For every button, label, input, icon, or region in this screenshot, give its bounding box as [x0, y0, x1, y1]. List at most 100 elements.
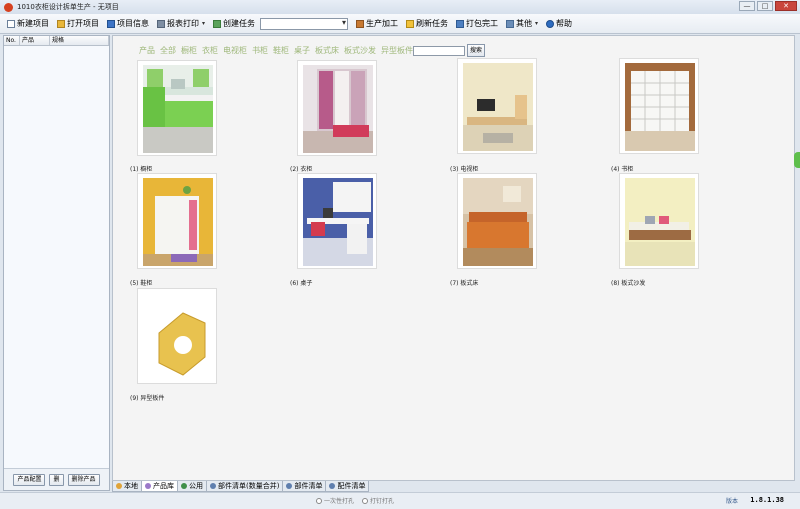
tab-parts-list[interactable]: 部件清单 — [282, 481, 327, 492]
public-icon — [181, 483, 187, 489]
create-task-button[interactable]: 创建任务 — [209, 16, 259, 32]
other-button[interactable]: 其他 ▾ — [502, 16, 542, 32]
local-icon — [116, 483, 122, 489]
new-project-label: 新建项目 — [17, 19, 49, 28]
search-input[interactable] — [413, 46, 465, 56]
refresh-task-label: 刷新任务 — [416, 19, 449, 28]
search-button[interactable]: 搜索 — [467, 44, 485, 57]
bed-image — [463, 178, 533, 266]
close-button[interactable]: ✕ — [775, 1, 797, 11]
tv-cabinet-image — [463, 63, 533, 151]
category-shoe-cabinet[interactable]: 鞋柜 — [273, 45, 289, 56]
product-tile-sofa[interactable] — [619, 173, 699, 269]
pack-done-button[interactable]: 打包完工 — [452, 16, 502, 32]
product-caption: (9) 异型板件 — [130, 395, 165, 402]
list-icon — [210, 483, 216, 489]
app-icon — [4, 2, 13, 12]
one-time-drill-radio[interactable]: 一次性打孔 — [316, 496, 354, 505]
title-bar: 1010衣柜设计拆单生产 - 无项目 — □ ✕ — [0, 0, 800, 14]
category-tv-cabinet[interactable]: 电视柜 — [223, 45, 247, 56]
tab-product-library[interactable]: 产品库 — [141, 481, 178, 492]
kitchen-cabinet-image — [143, 65, 213, 153]
project-info-label: 项目信息 — [117, 19, 149, 28]
product-tile-shoe-cabinet[interactable] — [137, 173, 217, 269]
bottom-tabs: 本地 产品库 公用 部件清单(数量合并) 部件清单 配件清单 — [112, 481, 795, 492]
new-project-button[interactable]: 新建项目 — [3, 16, 53, 32]
delete-button[interactable]: 删 — [49, 473, 64, 486]
category-bookcase[interactable]: 书柜 — [252, 45, 268, 56]
column-no[interactable]: No. — [4, 36, 20, 45]
print-icon — [157, 19, 165, 28]
category-cabinet[interactable]: 橱柜 — [181, 45, 197, 56]
task-select[interactable] — [260, 17, 349, 30]
tab-product-library-label: 产品库 — [153, 482, 174, 490]
help-button[interactable]: 帮助 — [542, 16, 576, 32]
product-caption: (6) 桌子 — [290, 280, 313, 287]
tab-accessories-list-label: 配件清单 — [337, 482, 366, 490]
window-title: 1010衣柜设计拆单生产 - 无项目 — [17, 3, 119, 11]
column-product[interactable]: 产品 — [20, 36, 50, 45]
product-grid-header: No. 产品 规格 — [4, 36, 109, 46]
category-wardrobe[interactable]: 衣柜 — [202, 45, 218, 56]
product-tile-wardrobe[interactable] — [297, 60, 377, 156]
minimize-button[interactable]: — — [739, 1, 755, 11]
project-info-button[interactable]: 项目信息 — [103, 16, 153, 32]
maximize-button[interactable]: □ — [757, 1, 773, 11]
side-expand-handle[interactable] — [794, 152, 800, 168]
production-button[interactable]: 生产加工 — [352, 16, 402, 32]
product-tile-kitchen[interactable] — [137, 60, 217, 156]
product-tile-bookcase[interactable] — [619, 58, 699, 154]
product-caption: (7) 板式床 — [450, 280, 479, 287]
product-tile-custom-board[interactable] — [137, 288, 217, 384]
radio-icon — [362, 497, 368, 504]
column-spec[interactable]: 规格 — [50, 36, 109, 45]
category-table[interactable]: 桌子 — [294, 45, 310, 56]
tab-parts-list-merged-label: 部件清单(数量合并) — [218, 482, 280, 490]
lightning-icon — [406, 19, 415, 28]
category-label: 产品 — [139, 46, 155, 55]
create-task-label: 创建任务 — [223, 19, 256, 28]
tab-parts-list-label: 部件清单 — [294, 482, 323, 490]
product-tile-bed[interactable] — [457, 173, 537, 269]
list-icon — [286, 483, 293, 489]
folder-icon — [57, 19, 65, 28]
product-caption: (5) 鞋柜 — [130, 280, 153, 287]
product-tile-tv-cabinet[interactable] — [457, 58, 537, 154]
tab-local-label: 本地 — [124, 482, 138, 490]
wardrobe-image — [303, 65, 373, 153]
grid-icon — [506, 19, 515, 28]
category-bed[interactable]: 板式床 — [315, 45, 339, 56]
package-icon — [456, 19, 465, 28]
tab-public-label: 公用 — [189, 482, 203, 490]
help-label: 帮助 — [556, 19, 573, 28]
chevron-down-icon[interactable]: ▾ — [202, 20, 205, 27]
category-all[interactable]: 全部 — [160, 45, 176, 56]
product-gallery: 产品 全部 橱柜 衣柜 电视柜 书柜 鞋柜 桌子 板式床 板式沙发 异型板件 搜… — [112, 35, 795, 481]
library-icon — [145, 483, 151, 489]
refresh-task-button[interactable]: 刷新任务 — [402, 16, 452, 32]
category-filter: 产品 全部 橱柜 衣柜 电视柜 书柜 鞋柜 桌子 板式床 板式沙发 异型板件 — [139, 45, 413, 56]
bookcase-image — [625, 63, 695, 151]
open-project-label: 打开项目 — [67, 19, 99, 28]
product-grid-body[interactable] — [4, 46, 109, 468]
sofa-image — [625, 178, 695, 266]
open-project-button[interactable]: 打开项目 — [53, 16, 103, 32]
sidebar-actions: 产品配置 删 删除产品 — [4, 468, 109, 490]
category-sofa[interactable]: 板式沙发 — [344, 45, 376, 56]
product-config-button[interactable]: 产品配置 — [13, 473, 46, 486]
product-tile-desk[interactable] — [297, 173, 377, 269]
tab-accessories-list[interactable]: 配件清单 — [325, 481, 370, 492]
report-print-button[interactable]: 报表打印 ▾ — [153, 16, 209, 32]
chevron-down-icon[interactable]: ▾ — [535, 20, 538, 27]
info-icon — [107, 19, 115, 28]
one-time-drill-label: 一次性打孔 — [324, 498, 355, 505]
other-label: 其他 — [516, 19, 533, 28]
delete-product-button[interactable]: 删除产品 — [67, 473, 100, 486]
tab-public[interactable]: 公用 — [177, 481, 207, 492]
category-custom-board[interactable]: 异型板件 — [381, 45, 413, 56]
tab-local[interactable]: 本地 — [112, 481, 142, 492]
custom-board-image — [143, 293, 213, 381]
nail-drill-radio[interactable]: 打钉打孔 — [362, 496, 394, 505]
desk-image — [303, 178, 373, 266]
tab-parts-list-merged[interactable]: 部件清单(数量合并) — [206, 481, 284, 492]
